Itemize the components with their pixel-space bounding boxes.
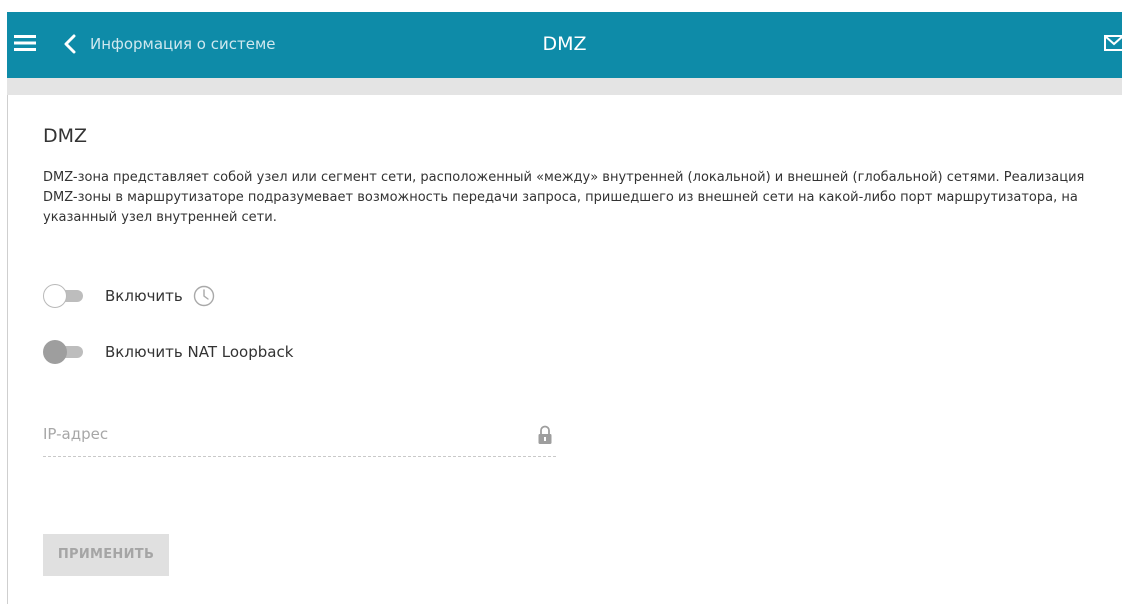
toggle-knob — [43, 340, 67, 364]
envelope-icon[interactable] — [1104, 35, 1122, 51]
subheader-band — [7, 78, 1122, 95]
ip-address-field[interactable]: IP-адрес — [43, 420, 556, 457]
enable-dmz-toggle[interactable] — [43, 282, 89, 310]
top-strip — [0, 0, 1122, 12]
clock-icon[interactable] — [193, 285, 215, 307]
enable-nat-loopback-toggle[interactable] — [43, 338, 89, 366]
section-title: DMZ — [43, 125, 88, 147]
enable-nat-loopback-row: Включить NAT Loopback — [43, 338, 293, 366]
toggle-knob — [43, 284, 67, 308]
enable-dmz-label: Включить — [105, 287, 183, 305]
content-left-border — [7, 95, 8, 604]
header-bar: Информация о системе DMZ — [7, 12, 1122, 78]
apply-button[interactable]: ПРИМЕНИТЬ — [43, 534, 169, 576]
ip-address-placeholder: IP-адрес — [43, 425, 109, 443]
enable-dmz-row: Включить — [43, 282, 215, 310]
dmz-page: Информация о системе DMZ DMZ DMZ-зона пр… — [0, 0, 1122, 604]
page-title: DMZ — [542, 33, 587, 55]
enable-nat-loopback-label: Включить NAT Loopback — [105, 343, 294, 361]
section-description: DMZ-зона представляет собой узел или сег… — [43, 170, 1085, 225]
lock-icon — [538, 425, 552, 444]
